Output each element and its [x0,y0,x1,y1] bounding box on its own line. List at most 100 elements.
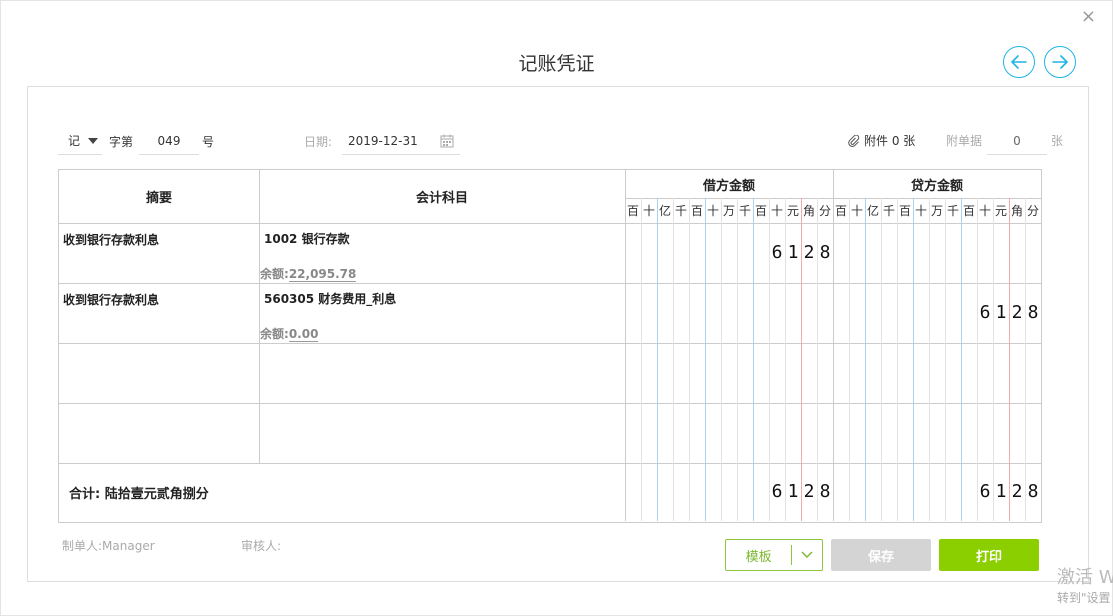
zi-label: 字第 [109,135,134,149]
grid-line [865,198,866,521]
caret-down-icon [88,137,99,144]
total-debit-digit: 1 [787,481,799,502]
debit-digit-header: 十 [770,204,783,218]
grid-line [977,198,978,521]
credit-digit-header: 分 [1026,204,1039,218]
date-input[interactable]: 2019-12-31 [342,127,460,155]
hao-label: 号 [202,135,215,149]
print-button[interactable]: 打印 [939,539,1039,571]
next-voucher-button[interactable] [1044,46,1076,78]
grid-line [849,198,850,521]
grid-line [59,223,1041,224]
grid-line [721,198,722,521]
credit-digit-header: 万 [930,204,943,218]
paperclip-icon [848,134,860,147]
bills-label: 附单据 [946,134,983,148]
template-dropdown-toggle[interactable] [792,551,822,559]
debit-digit-header: 千 [674,204,687,218]
grid-line [259,170,260,463]
balance-value: 0.00 [288,327,319,342]
grid-line [59,403,1041,404]
template-button[interactable]: 模板 [725,539,823,571]
total-debit-digit: 8 [819,481,831,502]
balance-label: 余额: [260,267,289,281]
debit-digit-header: 分 [818,204,831,218]
date-label: 日期: [304,135,333,149]
balance-text: 余额:0.00 [260,325,319,342]
grid-line [929,198,930,521]
grid-line [673,198,674,521]
credit-digit-header: 百 [898,204,911,218]
credit-digit-header: 十 [978,204,991,218]
grid-line [59,463,1041,464]
close-icon[interactable]: × [1081,7,1096,27]
total-credit-digit: 8 [1027,481,1039,502]
previous-voucher-button[interactable] [1003,46,1035,78]
credit-digit-header: 千 [882,204,895,218]
reviewer-label: 审核人: [241,539,282,553]
watermark-line-2: 转到"设置 [1057,591,1111,605]
credit-digit-header: 百 [962,204,975,218]
grid-line [705,198,706,521]
debit-digit-header: 千 [738,204,751,218]
summary-cell[interactable]: 收到银行存款利息 [63,231,255,248]
arrow-right-icon [1052,55,1068,69]
credit-amount-digit: 8 [1027,302,1039,323]
calendar-icon[interactable] [440,134,454,148]
maker-label: 制单人:Manager [62,539,155,553]
debit-amount-digit: 2 [803,242,815,263]
dialog-title: 记账凭证 [518,53,595,75]
credit-amount-digit: 2 [1011,302,1023,323]
grid-line [737,198,738,521]
grid-line [657,198,658,521]
debit-digit-header: 十 [642,204,655,218]
voucher-type-value: 记 [68,134,81,148]
grid-line [881,198,882,521]
credit-amount-digit: 1 [995,302,1007,323]
bills-count-input[interactable]: 0 [987,127,1047,155]
credit-digit-header: 千 [946,204,959,218]
subject-cell[interactable]: 1002 银行存款 [264,230,620,247]
attachment-link[interactable]: 附件 0 张 [848,132,915,149]
grid-line [897,198,898,521]
grid-line [59,343,1041,344]
total-label: 合计: 陆拾壹元贰角捌分 [69,487,209,502]
debit-digit-header: 百 [690,204,703,218]
grid-line [993,198,994,521]
summary-cell[interactable]: 收到银行存款利息 [63,291,255,308]
grid-line [59,283,1041,284]
debit-digit-header: 角 [802,204,815,218]
voucher-panel: 记 字第 049 号 日期: 2019-12-31 附件 0 张 附单据 0 张… [27,86,1089,582]
grid-line [689,198,690,521]
total-credit-digit: 6 [979,481,991,502]
debit-digit-header: 百 [754,204,767,218]
grid-line [961,198,962,521]
total-debit-digit: 6 [771,481,783,502]
grid-line [641,198,642,521]
windows-activation-watermark: 激活 W 转到"设置 [1057,567,1113,607]
grid-line [833,170,834,521]
debit-amount-digit: 1 [787,242,799,263]
debit-digit-header: 亿 [658,204,671,218]
balance-label: 余额: [260,327,289,341]
total-debit-digit: 2 [803,481,815,502]
voucher-type-select[interactable]: 记 [58,127,102,155]
grid-line [913,198,914,521]
balance-value: 22,095.78 [288,267,357,282]
credit-digit-header: 百 [834,204,847,218]
voucher-number-input[interactable]: 049 [139,127,199,155]
grid-line [753,198,754,521]
grid-line [1025,198,1026,521]
maker-name: Manager [102,539,155,553]
summary-header: 摘要 [145,191,172,206]
debit-amount-digit: 6 [771,242,783,263]
balance-text: 余额:22,095.78 [260,265,357,282]
subject-cell[interactable]: 560305 财务费用_利息 [264,290,620,307]
save-button[interactable]: 保存 [831,539,931,571]
attachment-label: 附件 0 张 [864,134,916,148]
grid-line [945,198,946,521]
voucher-entry-table: 摘要 会计科目 借方金额 贷方金额百十亿千百十万千百十元角分百十亿千百十万千百十元角分… [58,169,1042,523]
total-credit-digit: 1 [995,481,1007,502]
debit-digit-header: 十 [706,204,719,218]
subject-header: 会计科目 [415,191,468,206]
